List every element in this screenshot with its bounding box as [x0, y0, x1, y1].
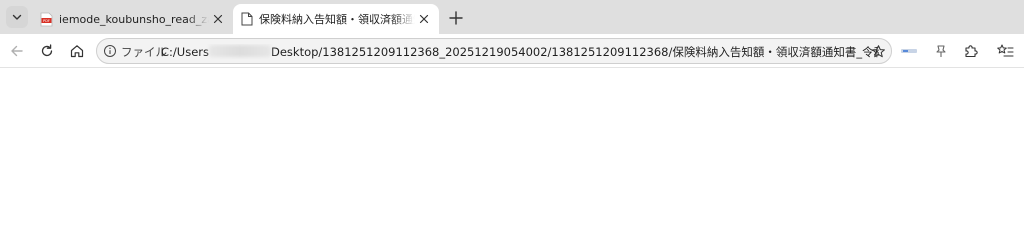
plus-icon [449, 11, 463, 25]
tab-label: 保険料納入告知額・領収済額通知書 [259, 13, 415, 26]
chevron-down-icon [12, 14, 22, 20]
close-icon [213, 14, 223, 24]
info-icon[interactable] [103, 44, 117, 58]
tab-strip: PDF iemode_koubunsho_read_zantei.pdf 保険料… [0, 0, 1024, 34]
navigation-toolbar: ファイル C:/Users Desktop/1381251209112368_20… [0, 34, 1024, 68]
close-tab-button[interactable] [209, 10, 227, 28]
address-url[interactable]: C:/Users Desktop/1381251209112368_2025121… [161, 44, 879, 60]
tab-actions-menu-button[interactable] [6, 6, 28, 28]
svg-text:PDF: PDF [43, 19, 50, 23]
close-tab-button[interactable] [415, 10, 433, 28]
address-url-start: C:/Users [161, 45, 209, 59]
tab-label: iemode_koubunsho_read_zantei.pdf [59, 12, 209, 26]
reload-icon [41, 44, 53, 57]
favorite-button[interactable] [869, 42, 887, 60]
pin-icon [936, 45, 946, 57]
extension-button[interactable] [898, 40, 920, 62]
arrow-left-icon [11, 45, 23, 57]
address-url-end: Desktop/1381251209112368_20251219054002/… [270, 45, 879, 59]
page-content [0, 68, 1024, 236]
favorites-button[interactable] [994, 40, 1016, 62]
extensions-button[interactable] [960, 40, 982, 62]
new-tab-button[interactable] [446, 8, 466, 28]
back-button[interactable] [6, 40, 28, 62]
home-icon [70, 45, 84, 58]
reload-button[interactable] [36, 40, 58, 62]
puzzle-icon [965, 45, 978, 58]
address-bar[interactable]: ファイル C:/Users Desktop/1381251209112368_20… [96, 38, 892, 64]
extension-logo-icon [901, 49, 917, 53]
tab-pdf[interactable]: PDF iemode_koubunsho_read_zantei.pdf [32, 4, 233, 34]
close-icon [419, 14, 429, 24]
home-button[interactable] [66, 40, 88, 62]
pdf-icon: PDF [40, 12, 53, 26]
star-icon [871, 44, 885, 57]
document-icon [241, 12, 253, 26]
redacted-username [208, 45, 271, 57]
tab-active-document[interactable]: 保険料納入告知額・領収済額通知書 [233, 4, 439, 34]
extension-button[interactable] [930, 40, 952, 62]
favorites-list-icon [997, 44, 1014, 57]
